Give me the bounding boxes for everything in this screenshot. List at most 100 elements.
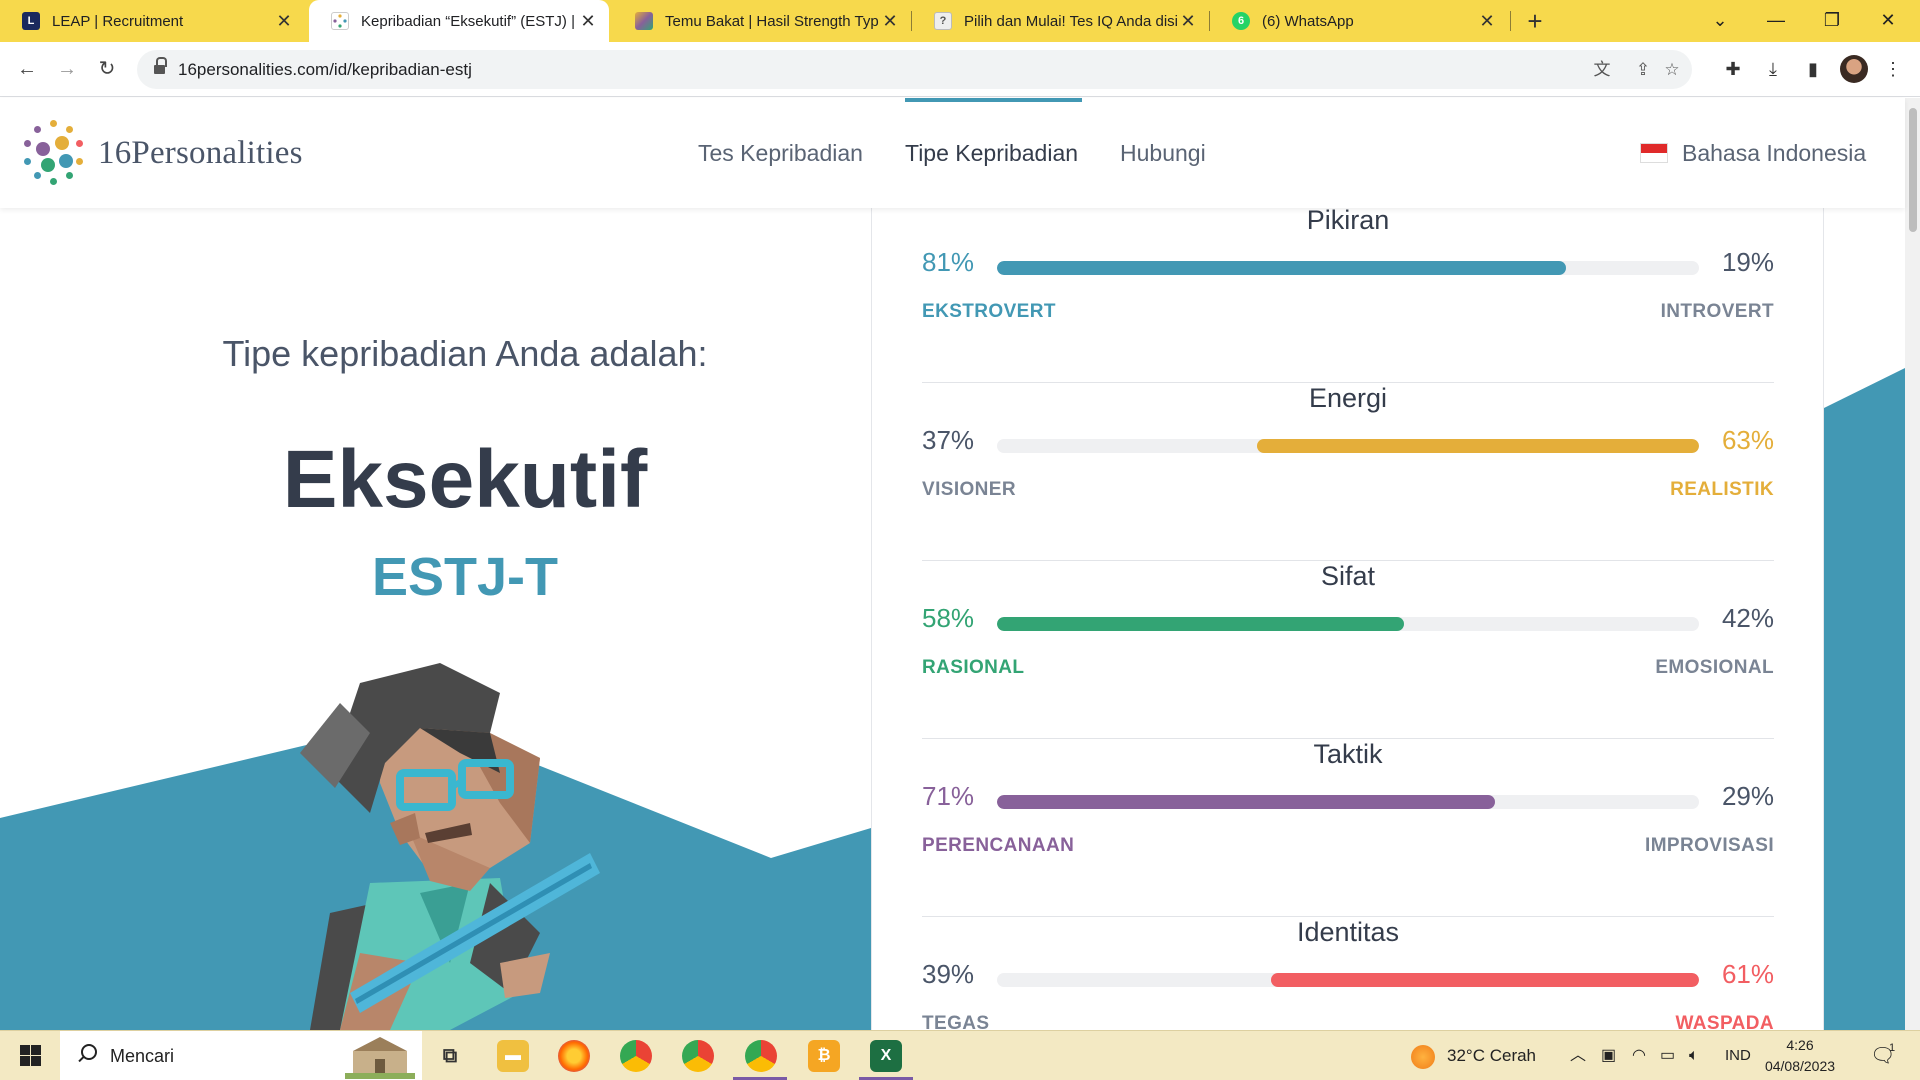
windows-start-icon[interactable]	[10, 1043, 50, 1069]
close-window-button[interactable]: ✕	[1860, 0, 1916, 42]
site-header: 16Personalities Tes Kepribadian Tipe Kep…	[0, 98, 1905, 208]
chrome-active-icon[interactable]	[745, 1040, 777, 1072]
trait-bar-track	[997, 973, 1699, 987]
clock-time: 4:26	[1786, 1037, 1814, 1053]
chrome-icon[interactable]	[620, 1040, 652, 1072]
file-explorer-icon[interactable]: ▬	[497, 1040, 529, 1072]
trait-left-label: PERENCANAAN	[922, 835, 1075, 856]
close-tab-icon[interactable]: ✕	[1476, 11, 1498, 32]
weather-text[interactable]: 32°C Cerah	[1447, 1031, 1536, 1080]
browser-toolbar: ← → ↻ 16personalities.com/id/kepribadian…	[0, 42, 1920, 97]
tab-16personalities[interactable]: Kepribadian “Eksekutif” (ESTJ) | 16Perso…	[309, 0, 609, 42]
trait-right-percent: 42%	[1721, 603, 1774, 633]
trait-left-label: VISIONER	[922, 479, 1016, 500]
wifi-icon[interactable]: ◠	[1632, 1031, 1646, 1080]
reload-icon[interactable]: ↻	[90, 52, 124, 86]
extensions-puzzle-icon[interactable]: ✚	[1718, 54, 1748, 84]
trait-bar-fill	[997, 261, 1566, 275]
trait-taktik: Taktik 71% 29% PERENCANAAN IMPROVISASI	[922, 739, 1774, 917]
tab-search-chevron-icon[interactable]: ⌄	[1692, 0, 1748, 42]
battery-icon[interactable]: ▭	[1660, 1031, 1675, 1080]
trait-sifat: Sifat 58% 42% RASIONAL EMOSIONAL	[922, 561, 1774, 739]
restore-button[interactable]: ❐	[1804, 0, 1860, 42]
windows-taskbar: Mencari ⧉ ▬ ₿ X 32°C Cerah ︿ ▣ ◠ ▭ 🔈︎ IN…	[0, 1030, 1920, 1080]
page-scrollbar[interactable]	[1905, 98, 1920, 1030]
personality-type-name: Eksekutif	[282, 434, 648, 525]
language-selector[interactable]: Bahasa Indonesia	[1640, 98, 1866, 208]
download-icon[interactable]: ⤓	[1758, 54, 1788, 84]
url-text[interactable]: 16personalities.com/id/kepribadian-estj	[178, 50, 472, 89]
excel-icon[interactable]: X	[870, 1040, 902, 1072]
tab-temu-bakat[interactable]: Temu Bakat | Hasil Strength Typology ✕	[613, 0, 911, 42]
address-bar[interactable]: 16personalities.com/id/kepribadian-estj …	[137, 50, 1692, 89]
forward-arrow-icon[interactable]: →	[50, 52, 84, 86]
trait-bar-track	[997, 261, 1699, 275]
tab-tes-iq[interactable]: ? Pilih dan Mulai! Tes IQ Anda disini ✕	[912, 0, 1209, 42]
taskbar-search-placeholder: Mencari	[110, 1046, 175, 1066]
browser-tab-strip: L LEAP | Recruitment ✕ Kepribadian “Ekse…	[0, 0, 1920, 42]
trait-right-label: EMOSIONAL	[1655, 657, 1774, 678]
nav-hubungi[interactable]: Hubungi	[1120, 98, 1206, 208]
tab-title: LEAP | Recruitment	[52, 12, 184, 30]
volume-icon[interactable]: 🔈︎	[1689, 1031, 1699, 1080]
tab-whatsapp[interactable]: 6 (6) WhatsApp ✕	[1210, 0, 1508, 42]
tab-title: (6) WhatsApp	[1262, 12, 1354, 30]
browser-menu-icon[interactable]: ⋮	[1878, 54, 1908, 84]
back-arrow-icon[interactable]: ←	[10, 52, 44, 86]
trait-right-percent: 63%	[1721, 425, 1774, 455]
trait-bar-track	[997, 617, 1699, 631]
minimize-button[interactable]: —	[1748, 0, 1804, 42]
result-intro: Tipe kepribadian Anda adalah:	[222, 333, 708, 374]
translate-icon[interactable]: 文	[1590, 58, 1614, 82]
clock-date: 04/08/2023	[1764, 1058, 1836, 1074]
trait-left-percent: 58%	[922, 603, 975, 633]
nav-tipe-kepribadian[interactable]: Tipe Kepribadian	[905, 98, 1078, 208]
sticky-notes-icon[interactable]: ₿	[808, 1040, 840, 1072]
tab-leap-recruitment[interactable]: L LEAP | Recruitment ✕	[0, 0, 305, 42]
lock-icon[interactable]	[154, 57, 167, 76]
trait-right-label: REALISTIK	[1670, 479, 1774, 500]
trait-right-label: IMPROVISASI	[1645, 835, 1774, 856]
input-language-indicator[interactable]: IND	[1725, 1031, 1751, 1080]
tab-separator	[1510, 11, 1511, 31]
taskbar-search-box[interactable]: Mencari	[60, 1031, 422, 1080]
leap-favicon-icon: L	[22, 12, 40, 30]
trait-left-label: RASIONAL	[922, 657, 1025, 678]
trait-left-percent: 71%	[922, 781, 975, 811]
trait-name: Taktik	[1313, 739, 1383, 769]
site-logo[interactable]: 16Personalities	[22, 120, 303, 186]
tab-title: Temu Bakat | Hasil Strength Typology	[665, 12, 879, 30]
share-icon[interactable]: ⇪	[1631, 58, 1655, 82]
firefox-icon[interactable]	[558, 1040, 590, 1072]
trait-right-label: WASPADA	[1675, 1013, 1774, 1030]
trait-left-label: TEGAS	[922, 1013, 990, 1030]
tes-iq-favicon-icon: ?	[934, 12, 952, 30]
nav-tes-kepribadian[interactable]: Tes Kepribadian	[698, 98, 863, 208]
trait-left-percent: 81%	[922, 247, 975, 277]
scrollbar-thumb[interactable]	[1909, 108, 1917, 232]
taskbar-clock[interactable]: 4:26 04/08/2023	[1760, 1035, 1840, 1077]
nav-active-indicator	[905, 98, 1082, 102]
meet-now-icon[interactable]: ▣	[1601, 1031, 1616, 1080]
16personalities-favicon-icon	[331, 12, 349, 30]
task-view-icon[interactable]: ⧉	[434, 1040, 466, 1072]
show-hidden-icons-chevron-icon[interactable]: ︿	[1570, 1031, 1586, 1080]
result-content: Tipe kepribadian Anda adalah: Eksekutif …	[0, 208, 1905, 1030]
trait-bar-fill	[997, 795, 1496, 809]
notification-center-icon[interactable]: 🗨︎	[1870, 1031, 1895, 1080]
profile-avatar[interactable]	[1840, 55, 1868, 83]
weather-sun-icon[interactable]	[1411, 1045, 1435, 1069]
close-tab-icon[interactable]: ✕	[1177, 11, 1199, 32]
16personalities-logo-icon	[22, 120, 88, 186]
close-tab-icon[interactable]: ✕	[577, 11, 599, 32]
bookmark-star-icon[interactable]: ☆	[1660, 58, 1684, 82]
trait-right-percent: 19%	[1721, 247, 1774, 277]
executive-character-illustration	[300, 663, 600, 1030]
new-tab-button[interactable]: +	[1518, 4, 1552, 38]
chrome-profile-icon[interactable]	[682, 1040, 714, 1072]
trait-name: Pikiran	[1306, 208, 1390, 235]
side-panel-icon[interactable]: ▮	[1798, 54, 1828, 84]
close-tab-icon[interactable]: ✕	[273, 11, 295, 32]
trait-bar-fill	[1270, 973, 1699, 987]
close-tab-icon[interactable]: ✕	[879, 11, 901, 32]
